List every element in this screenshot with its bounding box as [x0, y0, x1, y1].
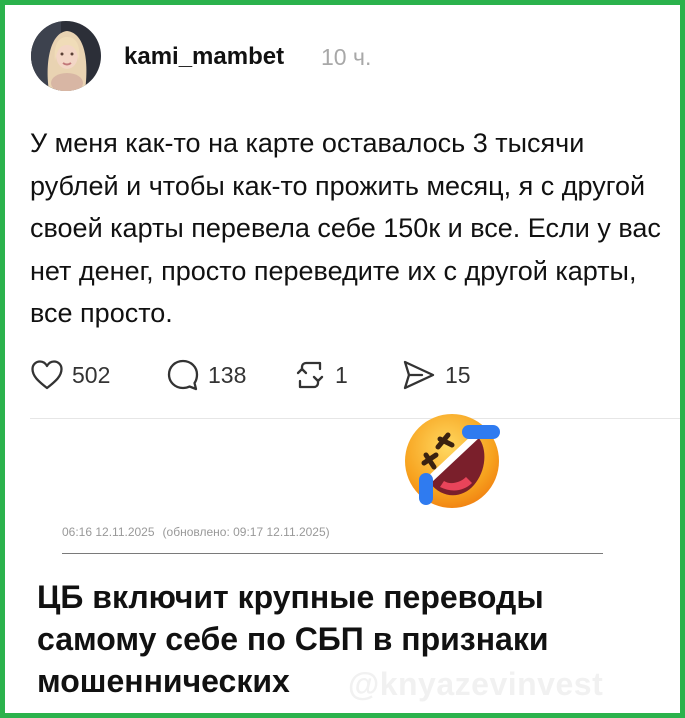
share-count: 15 — [445, 361, 471, 388]
heart-icon — [30, 359, 64, 391]
post-text: У меня как-то на карте оставалось 3 тыся… — [30, 128, 661, 328]
post-divider — [30, 418, 680, 419]
comment-button[interactable]: 138 — [166, 355, 246, 395]
article-divider — [62, 553, 603, 554]
like-count: 502 — [72, 361, 111, 388]
comment-count: 138 — [208, 361, 247, 388]
send-icon — [401, 358, 437, 392]
article-timestamp: 06:16 12.11.2025 (обновлено: 09:17 12.11.… — [62, 525, 330, 539]
updated-time: (обновлено: 09:17 12.11.2025) — [162, 525, 330, 539]
post-time: 10 ч. — [321, 44, 372, 70]
repost-icon — [293, 358, 327, 392]
username[interactable]: kami_mambet — [124, 43, 284, 71]
repost-count: 1 — [335, 361, 348, 388]
rolling-on-floor-laughing-emoji — [400, 409, 505, 511]
watermark: @knyazevinvest — [348, 666, 604, 702]
share-button[interactable]: 15 — [401, 355, 471, 395]
screenshot-frame: kami_mambet 10 ч. У меня как-то на карте… — [0, 0, 685, 718]
post-actions: 502 138 1 15 — [30, 355, 510, 395]
avatar[interactable] — [31, 21, 101, 91]
published-time: 06:16 12.11.2025 — [62, 525, 155, 539]
like-button[interactable]: 502 — [30, 355, 110, 395]
comment-bubble-icon — [166, 358, 200, 392]
repost-button[interactable]: 1 — [293, 355, 348, 395]
